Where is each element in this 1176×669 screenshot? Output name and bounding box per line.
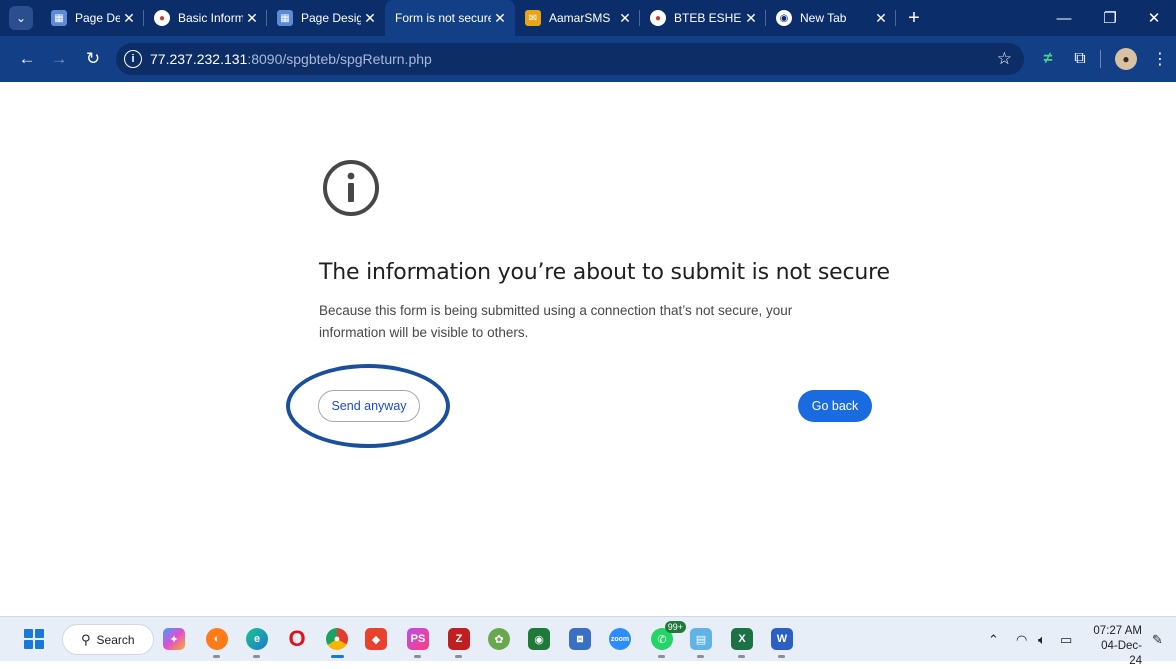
document-image-icon: ▤ [690,628,712,650]
close-window-button[interactable]: ✕ [1132,0,1176,36]
tab-close-icon[interactable]: ✕ [243,10,261,27]
taskbar-whatsapp[interactable]: ✆ 99+ [648,621,686,658]
phpstorm-icon: PS [407,628,429,650]
interstitial-page: The information you’re about to submit i… [0,82,1176,616]
restore-icon: ❐ [1103,10,1117,27]
avatar-icon: ● [1115,48,1137,70]
taskbar-screen-app[interactable]: ◉ [525,625,553,653]
taskbar-chrome-profile[interactable]: ● [323,625,351,658]
show-hidden-icons-chevron[interactable]: ⌃ [988,617,999,662]
taskbar-navicat[interactable]: ✿ [485,625,513,653]
tab-strip: ⌄ ▦ Page Designer ✕ ● Basic Informat ✕ ▦… [0,0,1176,36]
plus-icon: + [908,6,920,29]
taskbar-phpstorm[interactable]: PS [404,625,432,658]
excel-icon: X [731,628,753,650]
tab-bteb-esheba[interactable]: ● BTEB ESHEBA ✕ [640,0,766,36]
taskbar-firefox[interactable]: ◐ [203,625,231,658]
profile-avatar[interactable]: ● [1112,36,1140,82]
system-clock[interactable]: 07:27 AM 04-Dec-24 [1090,624,1142,669]
arrow-left-icon: ← [18,49,36,68]
tab-new-tab[interactable]: ◉ New Tab ✕ [766,0,896,36]
send-anyway-button[interactable]: Send anyway [318,390,420,422]
bookmark-star-icon[interactable]: ☆ [997,49,1012,69]
chrome-icon: ◉ [776,10,792,26]
new-tab-button[interactable]: + [900,4,928,32]
reload-button[interactable]: ↻ [78,44,108,74]
bteb-seal-icon: ● [650,10,666,26]
url-path: :8090/spgbteb/spgReturn.php [247,51,432,67]
kebab-menu-icon[interactable]: ⋮ [1148,36,1172,82]
tab-search-button[interactable]: ⌄ [9,6,33,30]
minimize-button[interactable]: — [1042,0,1086,36]
notification-bell-icon[interactable]: ✎ [1152,617,1163,662]
tab-page-designer-1[interactable]: ▦ Page Designer ✕ [41,0,144,36]
tab-close-icon[interactable]: ✕ [742,10,760,27]
back-button[interactable]: ← [12,44,42,74]
anydesk-icon: ◆ [365,628,387,650]
windows-logo-icon [24,629,33,638]
taskbar-opera[interactable]: O [283,625,311,653]
arrow-right-icon: → [50,49,68,68]
tab-basic-information[interactable]: ● Basic Informat ✕ [144,0,267,36]
search-icon: ⚲ [81,631,91,647]
taskbar-search[interactable]: ⚲ Search [62,624,154,655]
filezilla-icon: Z [448,628,470,650]
wifi-icon[interactable]: ◠ [1016,617,1027,662]
navicat-icon: ✿ [488,628,510,650]
screen-viewer-icon: ◉ [528,628,550,650]
close-icon: ✕ [1147,10,1161,27]
site-info-icon[interactable]: i [124,50,142,68]
forward-button[interactable]: → [44,44,74,74]
taskbar-edge[interactable]: e [243,625,271,658]
firefox-icon: ◐ [206,628,228,650]
tab-form-not-secure[interactable]: Form is not secure ✕ [385,0,515,36]
info-circle-icon [323,160,379,216]
page-designer-icon: ▦ [277,10,293,26]
extension-f-icon[interactable]: ≠ [1034,36,1062,82]
minimize-icon: — [1056,9,1072,27]
taskbar-copilot[interactable]: ✦ [160,625,188,653]
page-designer-icon: ▦ [51,10,67,26]
restore-button[interactable]: ❐ [1088,0,1132,36]
notification-badge: 99+ [664,621,686,633]
go-back-button[interactable]: Go back [798,390,872,422]
chevron-up-icon: ⌃ [988,631,999,647]
chrome-profile-icon: ● [326,628,348,650]
network-computers-icon: ⧈ [569,628,591,650]
taskbar-filezilla[interactable]: Z [445,625,473,658]
taskbar-network-app[interactable]: ⧈ [566,625,594,653]
opera-icon: O [288,626,306,651]
taskbar-excel[interactable]: X [728,625,756,658]
page-title: The information you’re about to submit i… [319,260,890,285]
bteb-seal-icon: ● [154,10,170,26]
tab-page-designer-2[interactable]: ▦ Page Designer ✕ [267,0,385,36]
taskbar-anydesk[interactable]: ◆ [362,625,390,653]
tab-close-icon[interactable]: ✕ [872,10,890,27]
volume-icon[interactable]: 🔈︎ [1038,617,1046,662]
reload-icon: ↻ [85,49,101,68]
edge-icon: e [246,628,268,650]
taskbar-file-app[interactable]: ▤ [687,625,715,658]
tab-close-icon[interactable]: ✕ [616,10,634,27]
zoom-icon: zoom [609,628,631,650]
chevron-down-icon: ⌄ [15,11,27,25]
mail-envelope-icon: ✉ [525,10,541,26]
taskbar-word[interactable]: W [768,625,796,658]
browser-toolbar: ← → ↻ i 77.237.232.131:8090/spgbteb/spgR… [0,36,1176,82]
warning-description: Because this form is being submitted usi… [319,303,793,340]
windows-taskbar: ⚲ Search ✦ ◐ e O ● ◆ PS Z ✿ ◉ ⧈ zoom ✆ 9… [0,616,1176,667]
copilot-icon: ✦ [163,628,185,650]
start-button[interactable] [24,629,44,649]
url-host: 77.237.232.131 [150,51,248,67]
toolbar-divider [1100,50,1101,68]
tab-close-icon[interactable]: ✕ [120,10,138,27]
tab-aamarsms[interactable]: ✉ AamarSMS ✕ [515,0,640,36]
battery-saver-icon[interactable]: ▭ [1060,617,1072,662]
address-bar[interactable]: i 77.237.232.131:8090/spgbteb/spgReturn.… [116,43,1024,75]
word-icon: W [771,628,793,650]
tab-close-icon[interactable]: ✕ [361,10,379,27]
tab-close-icon[interactable]: ✕ [491,10,509,27]
extensions-puzzle-icon[interactable]: ⧉ [1066,36,1094,82]
taskbar-zoom[interactable]: zoom [606,625,634,653]
